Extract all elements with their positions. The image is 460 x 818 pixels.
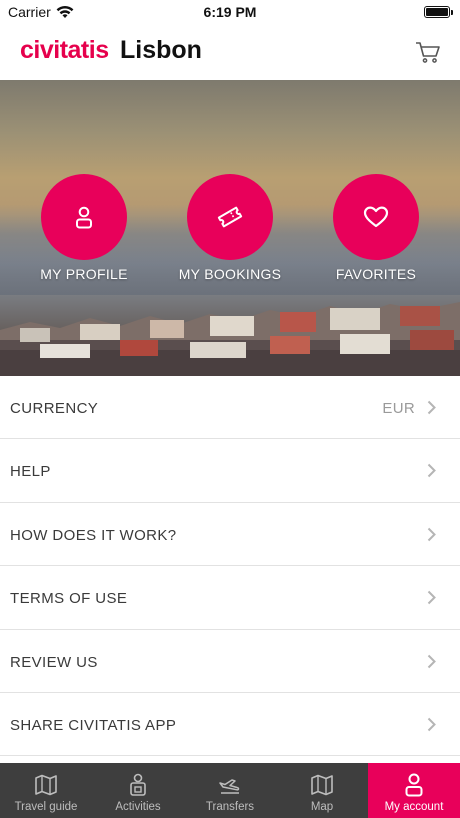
tab-label: Transfers xyxy=(205,801,255,813)
chevron-right-icon xyxy=(427,717,436,732)
plane-icon xyxy=(219,779,240,794)
tab-transfers[interactable]: Transfers xyxy=(184,763,276,818)
action-circle[interactable] xyxy=(333,174,419,260)
menu-item-help[interactable]: HELP xyxy=(0,439,460,503)
tab-label: Map xyxy=(310,801,334,813)
account-icon xyxy=(405,773,423,797)
action-label: FAVORITES xyxy=(335,266,417,282)
chevron-right-icon xyxy=(427,400,436,415)
menu-item-currency[interactable]: CURRENCY EUR xyxy=(0,376,460,440)
city-skyline-image xyxy=(0,302,460,376)
battery-tip xyxy=(451,10,453,15)
cart-icon[interactable] xyxy=(414,38,442,66)
menu-item-label: TERMS OF USE xyxy=(10,590,128,608)
tab-map[interactable]: Map xyxy=(276,763,368,818)
page-title: Lisbon xyxy=(120,36,202,64)
tab-activities[interactable]: Activities xyxy=(92,763,184,818)
chevron-right-icon xyxy=(427,654,436,668)
menu-item-terms-of-use[interactable]: TERMS OF USE xyxy=(0,566,460,630)
tab-travel-guide[interactable]: Travel guide xyxy=(0,763,92,818)
menu-item-how-it-works[interactable]: HOW DOES IT WORK? xyxy=(0,502,460,567)
activities-icon xyxy=(130,773,146,796)
action-label: MY BOOKINGS xyxy=(178,266,282,282)
battery-icon xyxy=(424,6,450,18)
menu-item-label: HOW DOES IT WORK? xyxy=(10,526,177,544)
tab-label: Travel guide xyxy=(14,801,78,813)
tab-my-account[interactable]: My account xyxy=(368,763,460,818)
menu-item-share-app[interactable]: SHARE CIVITATIS APP xyxy=(0,692,460,757)
app-header: civitatis Lisbon xyxy=(0,26,460,80)
hero-banner: MY PROFILE MY BOOKINGS FAVORITES xyxy=(0,80,460,376)
menu-item-label: CURRENCY xyxy=(10,400,99,417)
map-icon xyxy=(311,774,333,796)
heart-icon xyxy=(363,206,389,228)
my-profile-button[interactable]: MY PROFILE xyxy=(9,174,159,282)
menu-item-label: HELP xyxy=(10,463,51,481)
ticket-icon xyxy=(217,206,243,228)
clock: 6:19 PM xyxy=(203,4,257,20)
bottom-tab-bar: Travel guide Activities Transfers Map My… xyxy=(0,763,460,818)
currency-value: EUR xyxy=(382,400,415,417)
status-bar: Carrier 6:19 PM xyxy=(0,0,460,26)
chevron-right-icon xyxy=(427,527,436,541)
guide-map-icon xyxy=(35,774,57,796)
user-icon xyxy=(76,206,92,229)
menu-item-label: REVIEW US xyxy=(10,653,98,671)
my-bookings-button[interactable]: MY BOOKINGS xyxy=(155,174,305,282)
favorites-button[interactable]: FAVORITES xyxy=(301,174,451,282)
brand-logo: civitatis xyxy=(20,36,109,64)
tab-label: My account xyxy=(384,801,444,813)
menu-item-label: SHARE CIVITATIS APP xyxy=(10,716,177,734)
settings-menu: CURRENCY EUR HELP HOW DOES IT WORK? TERM… xyxy=(0,376,460,757)
action-circle[interactable] xyxy=(41,174,127,260)
tab-label: Activities xyxy=(115,801,161,813)
menu-item-review-us[interactable]: REVIEW US xyxy=(0,629,460,693)
action-label: MY PROFILE xyxy=(40,266,128,282)
action-circle[interactable] xyxy=(187,174,273,260)
chevron-right-icon xyxy=(427,590,436,605)
chevron-right-icon xyxy=(427,464,436,478)
